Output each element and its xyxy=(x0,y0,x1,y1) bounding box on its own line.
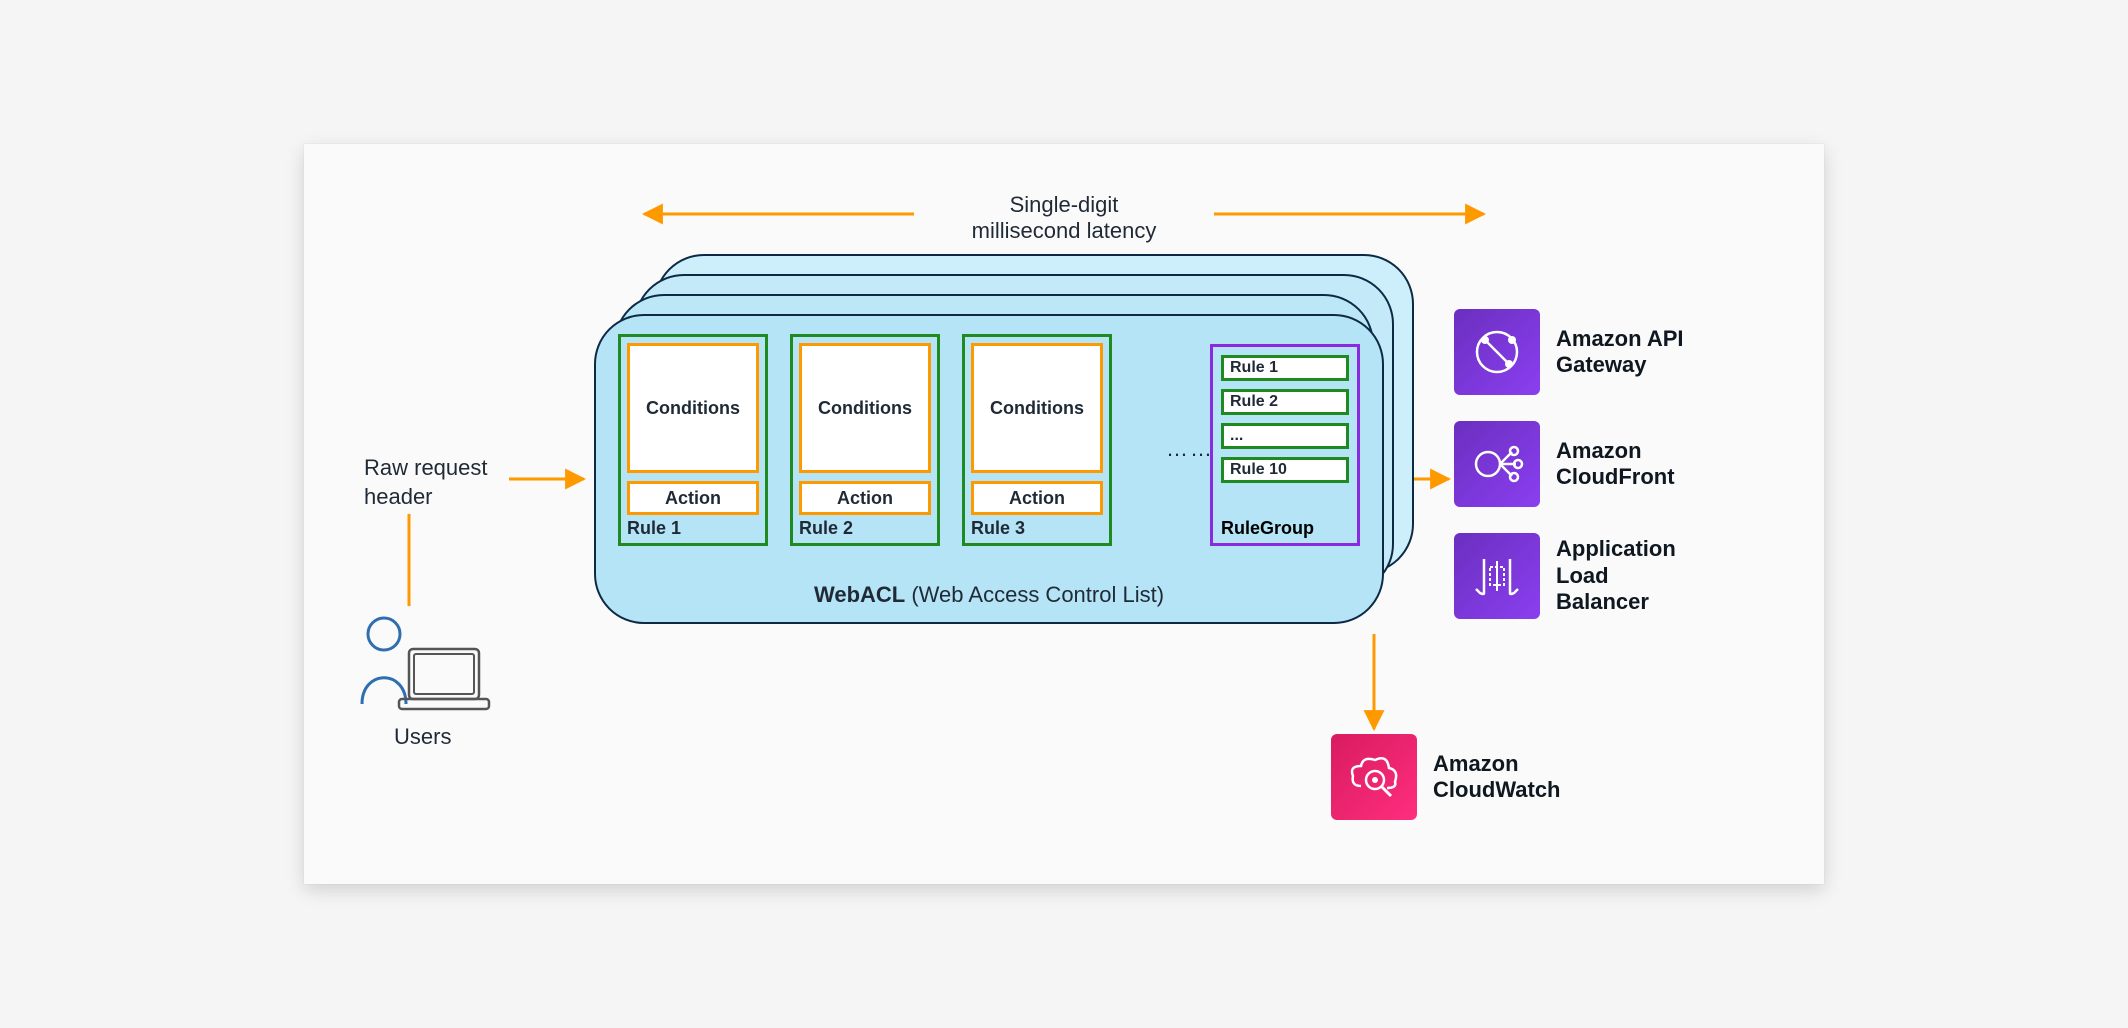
webacl-title-rest: (Web Access Control List) xyxy=(905,582,1164,607)
raw-request-line2: header xyxy=(364,484,433,509)
cloudwatch-icon xyxy=(1331,734,1417,820)
raw-request-line1: Raw request xyxy=(364,455,488,480)
service-alb-label: Application Load Balancer xyxy=(1556,536,1676,615)
users-icon xyxy=(354,609,494,729)
webacl-stack: Conditions Action Rule 1 Conditions Acti… xyxy=(594,254,1394,624)
latency-label: Single-digit millisecond latency xyxy=(972,192,1157,245)
services-column: Amazon API Gateway Amazon CloudFront xyxy=(1454,309,1684,619)
rule-3-box: Conditions Action Rule 3 xyxy=(962,334,1112,546)
raw-request-header-label: Raw request header xyxy=(364,454,488,511)
rule-2-box: Conditions Action Rule 2 xyxy=(790,334,940,546)
waf-architecture-diagram: Single-digit millisecond latency Raw req… xyxy=(304,144,1824,884)
rulegroup-rule-ellipsis: ... xyxy=(1221,423,1349,449)
alb-icon xyxy=(1454,533,1540,619)
rulegroup-rule-2: Rule 2 xyxy=(1221,389,1349,415)
latency-label-line1: Single-digit xyxy=(1010,192,1119,217)
rule-2-conditions: Conditions xyxy=(799,343,931,473)
rule-2-label: Rule 2 xyxy=(799,518,853,539)
service-api-gateway: Amazon API Gateway xyxy=(1454,309,1684,395)
rulegroup-box: Rule 1 Rule 2 ... Rule 10 RuleGroup xyxy=(1210,344,1360,546)
api-gateway-icon xyxy=(1454,309,1540,395)
rule-3-label: Rule 3 xyxy=(971,518,1025,539)
rule-1-label: Rule 1 xyxy=(627,518,681,539)
cloudfront-icon xyxy=(1454,421,1540,507)
latency-label-line2: millisecond latency xyxy=(972,218,1157,243)
rulegroup-label: RuleGroup xyxy=(1221,518,1314,539)
webacl-title-bold: WebACL xyxy=(814,582,905,607)
service-alb: Application Load Balancer xyxy=(1454,533,1684,619)
cloudwatch-label: Amazon CloudWatch xyxy=(1433,751,1561,804)
webacl-card: Conditions Action Rule 1 Conditions Acti… xyxy=(594,314,1384,624)
rules-row: Conditions Action Rule 1 Conditions Acti… xyxy=(618,334,1112,546)
service-cloudfront: Amazon CloudFront xyxy=(1454,421,1684,507)
rule-3-conditions: Conditions xyxy=(971,343,1103,473)
webacl-title: WebACL (Web Access Control List) xyxy=(596,582,1382,608)
rulegroup-rule-10: Rule 10 xyxy=(1221,457,1349,483)
rule-3-action: Action xyxy=(971,481,1103,515)
rulegroup-rule-1: Rule 1 xyxy=(1221,355,1349,381)
rule-1-conditions: Conditions xyxy=(627,343,759,473)
rule-2-action: Action xyxy=(799,481,931,515)
service-cloudfront-label: Amazon CloudFront xyxy=(1556,438,1675,491)
rule-1-action: Action xyxy=(627,481,759,515)
ellipsis-dots: …… xyxy=(1166,436,1214,462)
service-api-gateway-label: Amazon API Gateway xyxy=(1556,326,1684,379)
rule-1-box: Conditions Action Rule 1 xyxy=(618,334,768,546)
users-label: Users xyxy=(394,724,451,750)
cloudwatch: Amazon CloudWatch xyxy=(1331,734,1561,820)
